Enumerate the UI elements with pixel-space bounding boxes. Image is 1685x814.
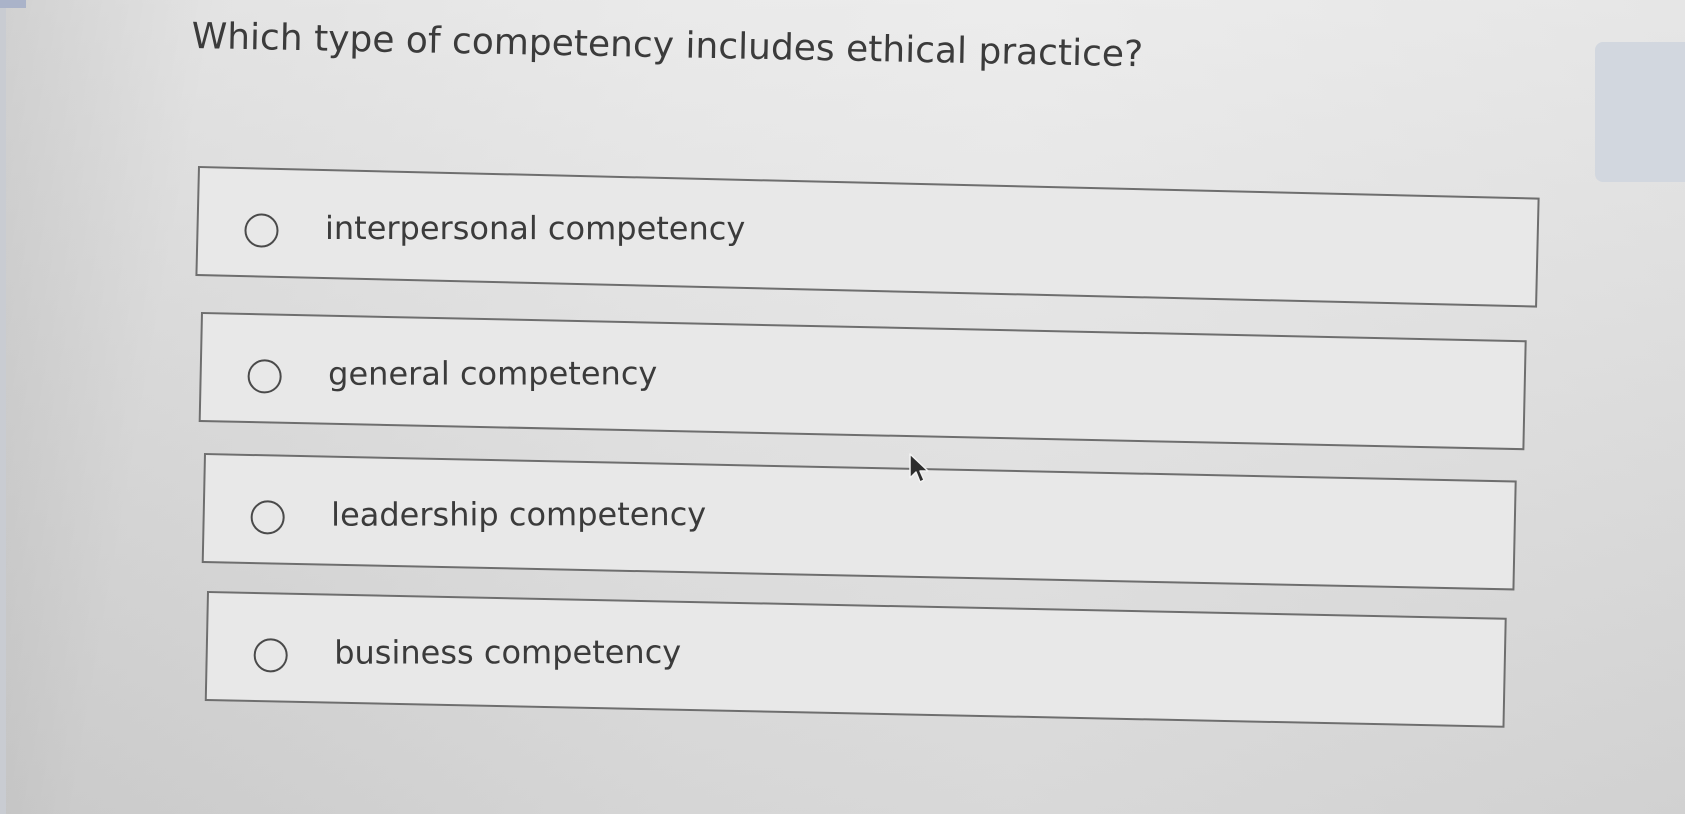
radio-unchecked-icon[interactable] <box>250 499 286 535</box>
radio-unchecked-icon[interactable] <box>247 359 283 394</box>
left-edge-bar <box>0 0 6 814</box>
option-label: interpersonal competency <box>324 209 746 248</box>
side-panel-tab[interactable] <box>1595 42 1685 182</box>
mouse-pointer-icon <box>909 453 929 483</box>
radio-unchecked-icon[interactable] <box>244 213 279 248</box>
option-label: business competency <box>334 632 682 672</box>
option-label: general competency <box>328 354 658 393</box>
left-edge-accent <box>0 0 26 8</box>
option-label: leadership competency <box>331 495 707 534</box>
radio-unchecked-icon[interactable] <box>253 637 289 673</box>
